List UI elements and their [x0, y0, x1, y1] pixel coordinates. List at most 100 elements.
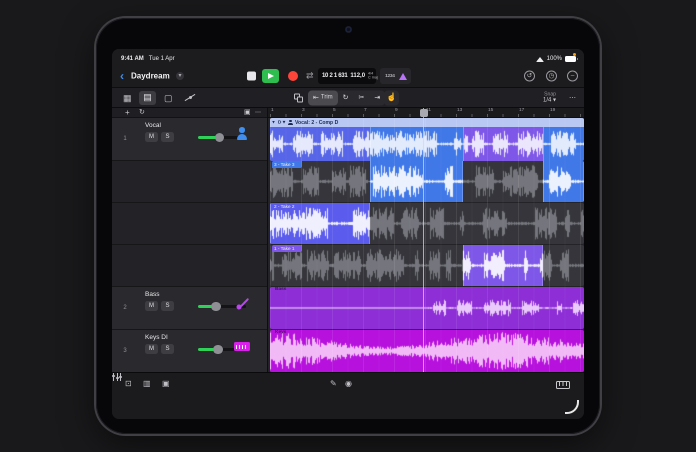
edit-tools-segmented-control: ⇤ Trim ↻ ✂ ⇥: [308, 90, 386, 105]
stop-button[interactable]: [247, 71, 256, 81]
solo-button[interactable]: S: [161, 301, 174, 311]
project-title-chevron-icon[interactable]: ▾: [176, 72, 184, 80]
take-region[interactable]: 2 - Take 2: [270, 203, 584, 244]
ruler-bar-number: 5: [333, 108, 336, 113]
region-view-icon[interactable]: ▢: [164, 93, 173, 103]
undo-icon[interactable]: ↺: [524, 70, 535, 82]
trim-tool-button[interactable]: ⇤ Trim: [308, 90, 338, 105]
more-options-icon[interactable]: ⋯: [569, 94, 577, 102]
take-lane-label-text: 1 - Take 1: [274, 246, 295, 251]
track-number: 2: [123, 305, 127, 311]
library-icon[interactable]: ▥: [143, 379, 151, 389]
header-more-icon[interactable]: ⋯: [255, 109, 262, 117]
playhead-handle[interactable]: [419, 109, 428, 117]
playhead-line: [423, 108, 424, 372]
grid-view-icon[interactable]: ▦: [123, 93, 132, 103]
track-alternatives-icon[interactable]: ↻: [139, 109, 145, 117]
vocalist-mini-icon: [288, 120, 293, 126]
track-name: Keys DI: [145, 334, 168, 341]
count-in-button[interactable]: 1234: [385, 74, 395, 79]
header-display-icon[interactable]: ▣: [244, 109, 251, 117]
status-time: 9:41 AM: [121, 56, 144, 62]
comp-region[interactable]: ▾ D ▾ Vocal: 2 - Comp D: [270, 118, 584, 161]
copy-icon[interactable]: [294, 93, 303, 102]
play-button[interactable]: [262, 69, 279, 83]
take-lane-label: 2 - Take 2: [272, 203, 303, 210]
disclosure-triangle-icon[interactable]: ▾: [272, 120, 274, 126]
take-lane-header-3[interactable]: [112, 161, 267, 203]
ruler-bar-number: 9: [395, 108, 398, 113]
snap-control[interactable]: Snap 1/4 ▾: [542, 91, 556, 104]
mute-button[interactable]: M: [145, 132, 158, 142]
lcd-display[interactable]: 10 2 1 631 112,0 4/4 C maj: [318, 68, 378, 84]
project-title[interactable]: Daydream: [131, 72, 170, 81]
automation-icon[interactable]: [184, 92, 196, 104]
multi-select-hand-button[interactable]: ☝: [384, 90, 399, 105]
keys-waveform: [270, 330, 584, 372]
track-number: 3: [123, 348, 127, 354]
record-button[interactable]: [288, 71, 298, 81]
browser-icon[interactable]: ⊡: [125, 379, 132, 389]
battery-percent: 100%: [546, 56, 562, 62]
lcd-position: 10 2 1 631: [322, 73, 348, 79]
take-lane-1: 1 - Take 1: [268, 245, 584, 287]
track-name: Bass: [145, 291, 160, 298]
main-toolbar: ‹ Daydream ▾ ⇄ 10 2 1 631 112,0 4/4 C ma…: [112, 65, 584, 88]
comp-badge[interactable]: D ▾: [278, 120, 285, 126]
track-header-keys[interactable]: 3 Keys DI M S: [112, 330, 267, 372]
loop-tool-button[interactable]: ↻: [338, 90, 354, 105]
keyboard-icon: [234, 338, 250, 354]
comp-waveform: [270, 127, 584, 161]
clock-icon[interactable]: ◷: [546, 70, 557, 82]
solo-button[interactable]: S: [161, 344, 174, 354]
lcd-key: C maj: [368, 76, 378, 80]
keys-region[interactable]: Keys: [270, 330, 584, 372]
mute-button[interactable]: M: [145, 344, 158, 354]
minus-circle-icon[interactable]: –: [567, 70, 578, 82]
ruler-bar-number: 17: [519, 108, 525, 113]
take-waveform: [270, 161, 584, 202]
comp-region-title: Vocal: 2 - Comp D: [295, 119, 339, 126]
play-surface-keyboard-icon[interactable]: [556, 381, 570, 389]
take-lane-header-2[interactable]: [112, 203, 267, 245]
track-number: 1: [123, 136, 127, 142]
cycle-icon[interactable]: ⇄: [306, 71, 314, 82]
edit-toolbar: ▦ ▤ ▢ ⇤ Trim ↻ ✂ ⇥ ☝ Snap 1/4 ▾ ⋯: [112, 88, 584, 108]
join-tool-button[interactable]: ⇥: [369, 90, 385, 105]
logic-app-window: 9:41 AM Tue 1 Apr 100% ‹ Daydream ▾ ⇄ 10…: [112, 49, 584, 419]
ruler-bar-number: 13: [457, 108, 463, 113]
lcd-time-signature: 4/4: [368, 71, 374, 76]
wifi-icon: [535, 56, 544, 62]
track-header-bass[interactable]: 2 Bass M S: [112, 287, 267, 330]
bass-region[interactable]: Bass: [270, 287, 584, 329]
lane-rows: ▾ D ▾ Vocal: 2 - Comp D 3 - Take 3 2 - Take …: [268, 118, 584, 372]
mute-button[interactable]: M: [145, 301, 158, 311]
list-editor-icon[interactable]: ▣: [162, 379, 170, 389]
pencil-editor-icon[interactable]: ✎: [330, 379, 337, 389]
take-waveform: [270, 245, 584, 286]
bass-lane: Bass: [268, 287, 584, 330]
take-region[interactable]: 1 - Take 1: [270, 245, 584, 286]
ruler-bar-number: 7: [364, 108, 367, 113]
arrange-area: 1 3 5 7 9 11 13 15 17 19 ▾ D ▾ Vocal: 2 - Comp D3 -…: [268, 108, 584, 372]
front-camera: [346, 27, 351, 32]
comp-region-header[interactable]: ▾ D ▾ Vocal: 2 - Comp D: [270, 118, 584, 127]
back-chevron-icon[interactable]: ‹: [120, 70, 124, 82]
plugins-knob-icon[interactable]: ◉: [345, 379, 352, 389]
vocalist-icon: [234, 126, 250, 142]
take-waveform: [270, 203, 584, 244]
metronome-icon[interactable]: [398, 72, 407, 80]
ruler-bar-number: 3: [302, 108, 305, 113]
desktop-background: 9:41 AM Tue 1 Apr 100% ‹ Daydream ▾ ⇄ 10…: [0, 0, 696, 452]
add-track-button[interactable]: +: [125, 108, 130, 117]
status-date: Tue 1 Apr: [148, 56, 175, 62]
snap-value: 1/4: [542, 97, 552, 104]
window-resize-corner[interactable]: [565, 400, 579, 414]
ruler-bar-number: 15: [488, 108, 494, 113]
solo-button[interactable]: S: [161, 132, 174, 142]
tracks-view-button[interactable]: ▤: [139, 90, 156, 105]
take-lane-header-1[interactable]: [112, 245, 267, 287]
take-region[interactable]: 3 - Take 3: [270, 161, 584, 202]
split-tool-button[interactable]: ✂: [354, 90, 370, 105]
track-header-vocal[interactable]: 1 Vocal M S: [112, 118, 267, 161]
